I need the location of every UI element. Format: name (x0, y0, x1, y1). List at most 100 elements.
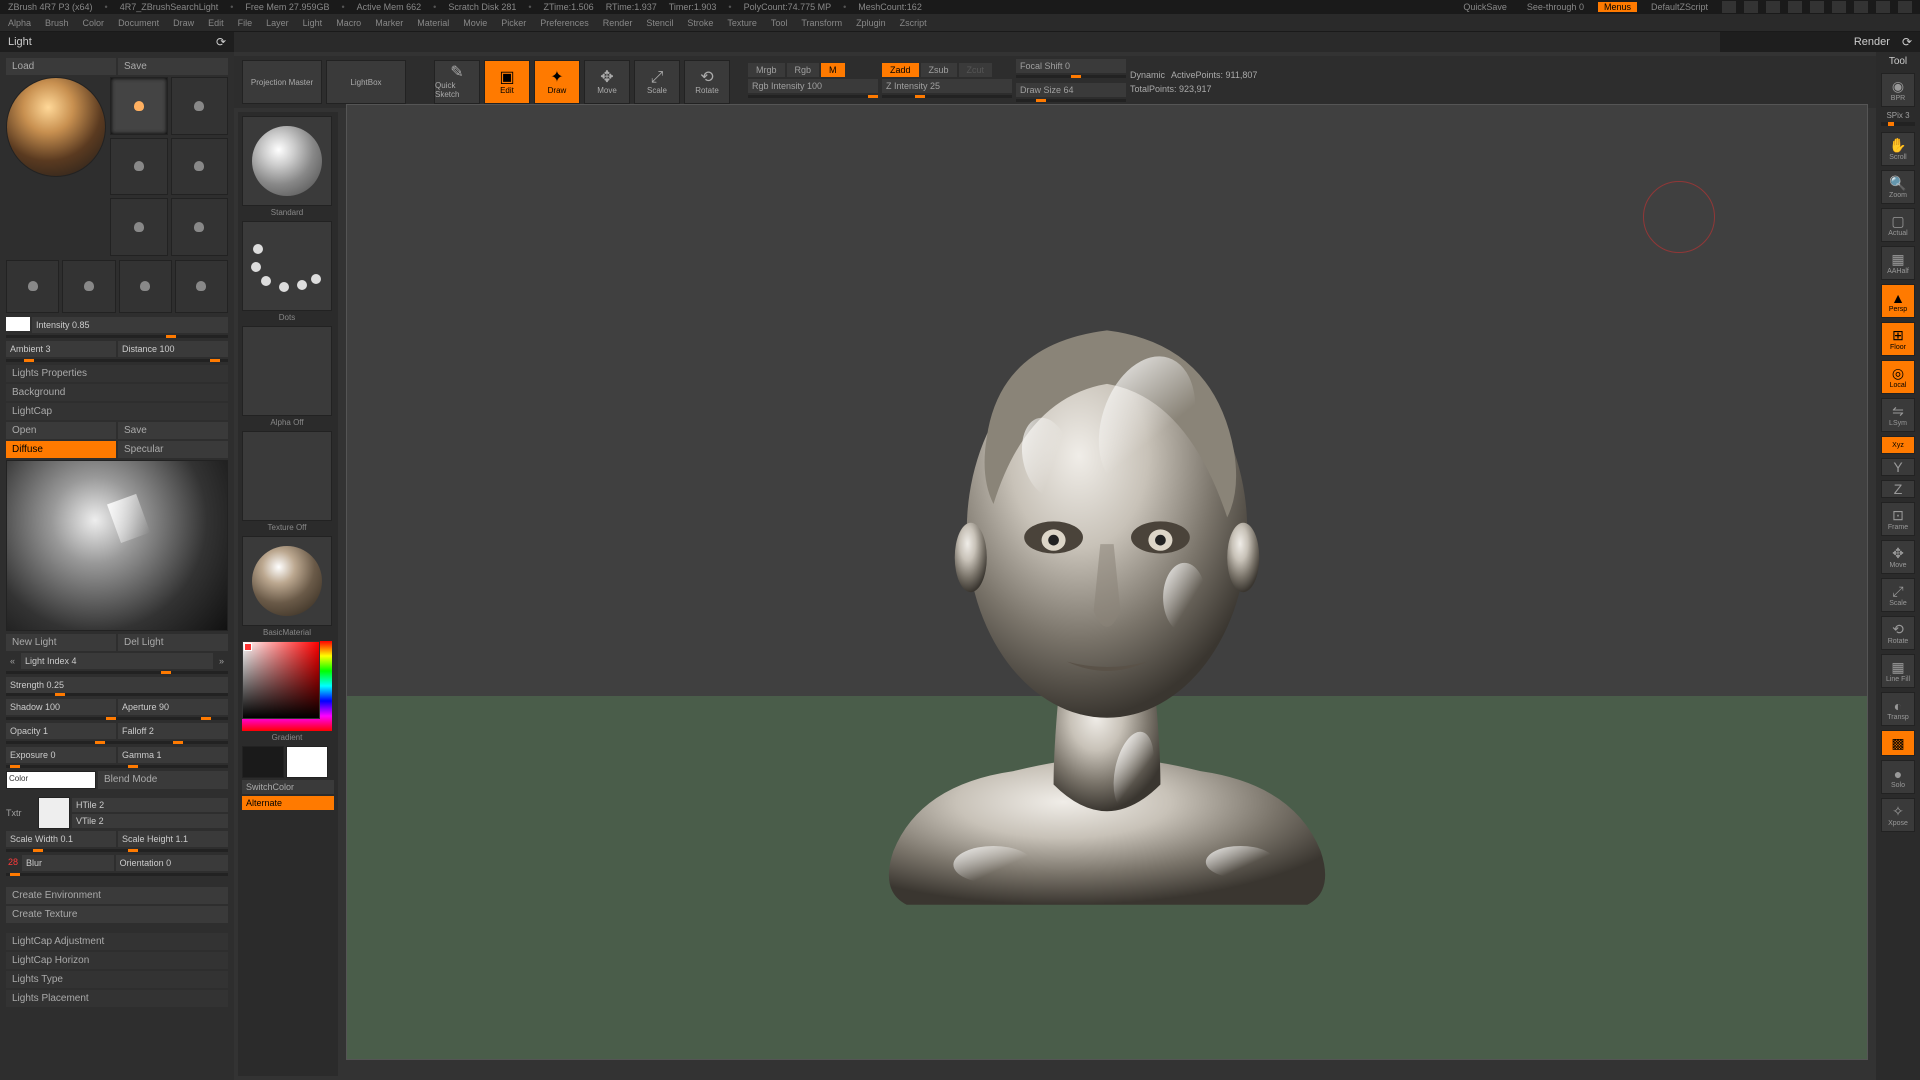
spix-slider[interactable]: SPix 3 (1886, 111, 1909, 120)
sculpt-mesh[interactable] (757, 277, 1456, 945)
exposure-slider[interactable]: Exposure 0 (6, 747, 116, 763)
aperture-slider[interactable]: Aperture 90 (118, 699, 228, 715)
menu-edit[interactable]: Edit (208, 18, 224, 28)
menu-draw[interactable]: Draw (173, 18, 194, 28)
maximize-icon[interactable] (1876, 1, 1890, 13)
y-button[interactable]: Y (1881, 458, 1915, 476)
light-index-slider[interactable]: Light Index 4 (21, 653, 213, 669)
mrgb-button[interactable]: Mrgb (748, 63, 785, 77)
menu-document[interactable]: Document (118, 18, 159, 28)
light-slot[interactable] (171, 77, 229, 135)
create-environment-button[interactable]: Create Environment (6, 887, 228, 904)
dynamic-label[interactable]: Dynamic (1130, 70, 1165, 80)
menu-render[interactable]: Render (603, 18, 633, 28)
ambient-slider[interactable]: Ambient 3 (6, 341, 116, 357)
light-slot[interactable] (110, 198, 168, 256)
tool-palette-label[interactable]: Tool (1889, 56, 1907, 67)
frame-button[interactable]: ⊡Frame (1881, 502, 1915, 536)
menu-preferences[interactable]: Preferences (540, 18, 589, 28)
falloff-slider[interactable]: Falloff 2 (118, 723, 228, 739)
menu-zscript[interactable]: Zscript (900, 18, 927, 28)
light-slot[interactable] (6, 260, 59, 313)
light-slot[interactable] (110, 138, 168, 196)
lightcap-header[interactable]: LightCap (6, 403, 228, 420)
menu-texture[interactable]: Texture (727, 18, 757, 28)
focal-shift-slider[interactable]: Focal Shift 0 (1016, 59, 1126, 73)
xyz-button[interactable]: Xyz (1881, 436, 1915, 454)
rgb-intensity-slider[interactable]: Rgb Intensity 100 (748, 79, 878, 93)
save-button[interactable]: Save (118, 58, 228, 75)
polyframe-button[interactable]: ▩ (1881, 730, 1915, 756)
local-button[interactable]: ◎Local (1881, 360, 1915, 394)
bpr-button[interactable]: ◉BPR (1881, 73, 1915, 107)
background-header[interactable]: Background (6, 384, 228, 401)
close-icon[interactable] (1898, 1, 1912, 13)
rotate-nav-button[interactable]: ⟲Rotate (1881, 616, 1915, 650)
quick-sketch-button[interactable]: ✎Quick Sketch (434, 60, 480, 104)
defaultscript-button[interactable]: DefaultZScript (1645, 2, 1714, 12)
stroke-thumb[interactable] (242, 221, 332, 311)
render-palette[interactable]: Render (1854, 36, 1890, 48)
new-light-button[interactable]: New Light (6, 634, 116, 651)
lightcap-adjustment-header[interactable]: LightCap Adjustment (6, 933, 228, 950)
shadow-slider[interactable]: Shadow 100 (6, 699, 116, 715)
secondary-color-swatch[interactable] (242, 746, 284, 778)
texture-thumb[interactable] (242, 431, 332, 521)
menu-alpha[interactable]: Alpha (8, 18, 31, 28)
zcut-button[interactable]: Zcut (959, 63, 993, 77)
window-icon[interactable] (1788, 1, 1802, 13)
menu-color[interactable]: Color (83, 18, 105, 28)
scale-width-slider[interactable]: Scale Width 0.1 (6, 831, 116, 847)
xpose-button[interactable]: ✧Xpose (1881, 798, 1915, 832)
move-mode-button[interactable]: ✥Move (584, 60, 630, 104)
lights-type-header[interactable]: Lights Type (6, 971, 228, 988)
lsym-button[interactable]: ⇋LSym (1881, 398, 1915, 432)
opacity-slider[interactable]: Opacity 1 (6, 723, 116, 739)
gamma-slider[interactable]: Gamma 1 (118, 747, 228, 763)
menus-toggle[interactable]: Menus (1598, 2, 1637, 12)
zadd-button[interactable]: Zadd (882, 63, 919, 77)
m-button[interactable]: M (821, 63, 845, 77)
strength-slider[interactable]: Strength 0.25 (6, 677, 228, 693)
light-slot[interactable] (171, 138, 229, 196)
draw-mode-button[interactable]: ✦Draw (534, 60, 580, 104)
light-slot[interactable] (175, 260, 228, 313)
viewport[interactable] (346, 104, 1868, 1060)
lights-placement-header[interactable]: Lights Placement (6, 990, 228, 1007)
zoom-button[interactable]: 🔍Zoom (1881, 170, 1915, 204)
specular-tab[interactable]: Specular (118, 441, 228, 458)
window-icon[interactable] (1722, 1, 1736, 13)
alternate-button[interactable]: Alternate (242, 796, 334, 810)
menu-movie[interactable]: Movie (463, 18, 487, 28)
menu-light[interactable]: Light (303, 18, 323, 28)
alpha-thumb[interactable] (242, 326, 332, 416)
rotate-mode-button[interactable]: ⟲Rotate (684, 60, 730, 104)
menu-picker[interactable]: Picker (501, 18, 526, 28)
reload-icon[interactable]: ⟳ (1902, 35, 1912, 49)
menu-file[interactable]: File (238, 18, 253, 28)
zsub-button[interactable]: Zsub (921, 63, 957, 77)
menu-tool[interactable]: Tool (771, 18, 788, 28)
next-light-icon[interactable]: » (215, 656, 228, 666)
edit-mode-button[interactable]: ▣Edit (484, 60, 530, 104)
light-direction-sphere[interactable] (6, 77, 106, 177)
scale-height-slider[interactable]: Scale Height 1.1 (118, 831, 228, 847)
lightbox-button[interactable]: LightBox (326, 60, 406, 104)
menu-macro[interactable]: Macro (336, 18, 361, 28)
projection-master-button[interactable]: Projection Master (242, 60, 322, 104)
reload-icon[interactable]: ⟳ (216, 35, 226, 49)
diffuse-tab[interactable]: Diffuse (6, 441, 116, 458)
rgb-button[interactable]: Rgb (787, 63, 820, 77)
seethrough-slider[interactable]: See-through 0 (1521, 2, 1590, 12)
scale-nav-button[interactable]: ⤢Scale (1881, 578, 1915, 612)
open-button[interactable]: Open (6, 422, 116, 439)
distance-slider[interactable]: Distance 100 (118, 341, 228, 357)
lights-properties-header[interactable]: Lights Properties (6, 365, 228, 382)
linefill-button[interactable]: ▦Line Fill (1881, 654, 1915, 688)
brush-thumb[interactable] (242, 116, 332, 206)
light-slot[interactable] (119, 260, 172, 313)
load-button[interactable]: Load (6, 58, 116, 75)
menu-layer[interactable]: Layer (266, 18, 289, 28)
lightcap-horizon-header[interactable]: LightCap Horizon (6, 952, 228, 969)
minimize-icon[interactable] (1854, 1, 1868, 13)
